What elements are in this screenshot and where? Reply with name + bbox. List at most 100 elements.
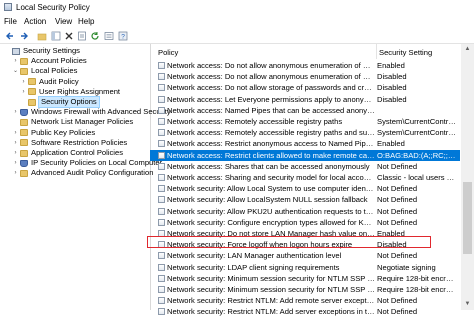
forward-arrow-icon[interactable] bbox=[18, 30, 29, 41]
policy-row[interactable]: Network access: Named Pipes that can be … bbox=[150, 105, 460, 116]
policy-row[interactable]: Network security: LAN Manager authentica… bbox=[150, 250, 460, 261]
policy-row[interactable]: Network access: Do not allow anonymous e… bbox=[150, 60, 460, 71]
svg-text:?: ? bbox=[121, 33, 125, 40]
help-icon[interactable]: ? bbox=[117, 30, 128, 41]
refresh-icon[interactable] bbox=[89, 30, 100, 41]
folder-icon bbox=[20, 67, 28, 75]
policy-setting: Disabled bbox=[377, 240, 407, 250]
tree-item[interactable]: › Account Policies bbox=[12, 56, 87, 66]
policy-row[interactable]: Network access: Remotely accessible regi… bbox=[150, 127, 460, 138]
menu-action[interactable]: Action bbox=[24, 17, 46, 26]
policy-row[interactable]: Network security: Allow Local System to … bbox=[150, 183, 460, 194]
column-header-policy[interactable]: Policy bbox=[158, 44, 178, 59]
policy-row[interactable]: Network security: Allow PKU2U authentica… bbox=[150, 206, 460, 217]
tree-item-label: Advanced Audit Policy Configuration bbox=[31, 168, 154, 178]
policy-name: Network security: Restrict NTLM: Add rem… bbox=[167, 296, 375, 306]
policy-row[interactable]: Network security: Minimum session securi… bbox=[150, 273, 460, 284]
policy-setting: Not Defined bbox=[377, 184, 418, 194]
expander-chevron-icon[interactable]: › bbox=[12, 168, 19, 178]
policy-row[interactable]: Network security: Restrict NTLM: Add ser… bbox=[150, 306, 460, 317]
expander-chevron-icon[interactable]: › bbox=[20, 87, 27, 97]
policy-name: Network access: Do not allow anonymous e… bbox=[167, 72, 375, 82]
policy-row[interactable]: Network access: Restrict anonymous acces… bbox=[150, 138, 460, 149]
expander-chevron-icon[interactable]: › bbox=[12, 148, 19, 158]
policy-row[interactable]: Network security: LDAP client signing re… bbox=[150, 262, 460, 273]
tree-item[interactable]: › User Rights Assignment bbox=[20, 87, 121, 97]
policy-name: Network security: Force logoff when logo… bbox=[167, 240, 353, 250]
policy-row[interactable]: Network access: Sharing and security mod… bbox=[150, 172, 460, 183]
policy-row[interactable]: Network access: Let Everyone permissions… bbox=[150, 94, 460, 105]
policy-icon bbox=[158, 62, 165, 69]
properties-icon[interactable] bbox=[76, 30, 87, 41]
policy-icon bbox=[158, 263, 165, 271]
show-hide-tree-icon[interactable] bbox=[50, 30, 61, 41]
back-arrow-icon[interactable] bbox=[4, 30, 15, 41]
policy-row[interactable]: Network security: Allow LocalSystem NULL… bbox=[150, 194, 460, 205]
tree-item[interactable]: Network List Manager Policies bbox=[12, 117, 133, 127]
policy-row[interactable]: Network access: Shares that can be acces… bbox=[150, 161, 460, 172]
folder-icon bbox=[28, 88, 36, 96]
delete-icon[interactable] bbox=[63, 30, 74, 41]
expander-chevron-icon[interactable]: › bbox=[12, 107, 19, 117]
policy-setting: Not Defined bbox=[377, 296, 418, 306]
policy-setting: Disabled bbox=[377, 83, 407, 93]
expander-chevron-icon[interactable]: ⌄ bbox=[12, 66, 19, 76]
tree-item[interactable]: › IP Security Policies on Local Computer bbox=[12, 158, 163, 168]
policy-name: Network security: Configure encryption t… bbox=[167, 217, 375, 227]
tree-item-label: Public Key Policies bbox=[31, 127, 96, 137]
policy-row[interactable]: Network security: Minimum session securi… bbox=[150, 284, 460, 295]
policy-setting: Not Defined bbox=[377, 161, 418, 171]
menu-help[interactable]: Help bbox=[78, 17, 94, 26]
policy-setting: Enabled bbox=[377, 139, 405, 149]
up-folder-icon[interactable] bbox=[36, 30, 47, 41]
tree-item[interactable]: › Windows Firewall with Advanced Security bbox=[12, 107, 171, 117]
expander-chevron-icon[interactable]: › bbox=[12, 128, 19, 138]
expander-chevron-icon[interactable]: › bbox=[12, 158, 19, 168]
tree-item-label: Local Policies bbox=[31, 66, 78, 76]
policy-setting: Enabled bbox=[377, 229, 405, 238]
expander-chevron-icon[interactable]: › bbox=[20, 77, 27, 87]
policy-icon bbox=[158, 308, 165, 316]
menu-file[interactable]: File bbox=[4, 17, 17, 26]
policy-setting: Not Defined bbox=[377, 251, 418, 261]
vertical-scrollbar[interactable]: ▲ ▼ bbox=[461, 44, 474, 310]
policy-name: Network security: LAN Manager authentica… bbox=[167, 251, 342, 261]
folder-icon bbox=[28, 78, 36, 86]
policy-row[interactable]: Network security: Restrict NTLM: Add rem… bbox=[150, 295, 460, 306]
tree-item[interactable]: ⌄ Local Policies bbox=[12, 66, 77, 76]
tree-item-label: Account Policies bbox=[31, 56, 87, 66]
tree-item[interactable]: › Public Key Policies bbox=[12, 127, 96, 138]
folder-icon bbox=[20, 169, 28, 177]
policy-row[interactable]: Network security: Do not store LAN Manag… bbox=[150, 228, 460, 239]
tree-item-label: Software Restriction Policies bbox=[31, 137, 128, 147]
policy-setting: Disabled bbox=[377, 72, 407, 82]
policy-icon bbox=[158, 252, 165, 260]
scroll-thumb[interactable] bbox=[463, 182, 472, 254]
tree-item[interactable]: › Software Restriction Policies bbox=[12, 137, 128, 148]
scroll-down-icon[interactable]: ▼ bbox=[461, 299, 474, 310]
computer-icon bbox=[12, 47, 20, 55]
tree-item[interactable]: Security Options bbox=[20, 96, 100, 108]
menu-view[interactable]: View bbox=[55, 17, 72, 26]
policy-row[interactable]: Network access: Do not allow anonymous e… bbox=[150, 71, 460, 82]
policy-setting: System\CurrentControlS... bbox=[377, 117, 457, 126]
policy-row[interactable]: Network access: Restrict clients allowed… bbox=[150, 149, 460, 161]
window-title: Local Security Policy bbox=[16, 3, 90, 12]
scroll-up-icon[interactable]: ▲ bbox=[461, 44, 474, 55]
tree-item[interactable]: › Application Control Policies bbox=[12, 148, 124, 158]
policy-name: Network access: Shares that can be acces… bbox=[167, 161, 370, 171]
policy-row[interactable]: Network access: Do not allow storage of … bbox=[150, 82, 460, 93]
app-icon bbox=[4, 3, 12, 11]
tree-item[interactable]: › Advanced Audit Policy Configuration bbox=[12, 168, 154, 178]
tree-item[interactable]: › Audit Policy bbox=[20, 77, 79, 87]
policy-setting: Require 128-bit encrypti... bbox=[377, 285, 457, 294]
policy-row[interactable]: Network security: Configure encryption t… bbox=[150, 217, 460, 228]
policy-row[interactable]: Network security: Force logoff when logo… bbox=[150, 239, 460, 250]
policy-row[interactable]: Network access: Remotely accessible regi… bbox=[150, 116, 460, 127]
tree-item[interactable]: Security Settings bbox=[4, 46, 80, 56]
policy-setting: Enabled bbox=[377, 61, 405, 70]
export-list-icon[interactable] bbox=[103, 30, 114, 41]
expander-chevron-icon[interactable]: › bbox=[12, 56, 19, 66]
expander-chevron-icon[interactable]: › bbox=[12, 138, 19, 148]
column-header-security-setting[interactable]: Security Setting bbox=[376, 44, 432, 59]
